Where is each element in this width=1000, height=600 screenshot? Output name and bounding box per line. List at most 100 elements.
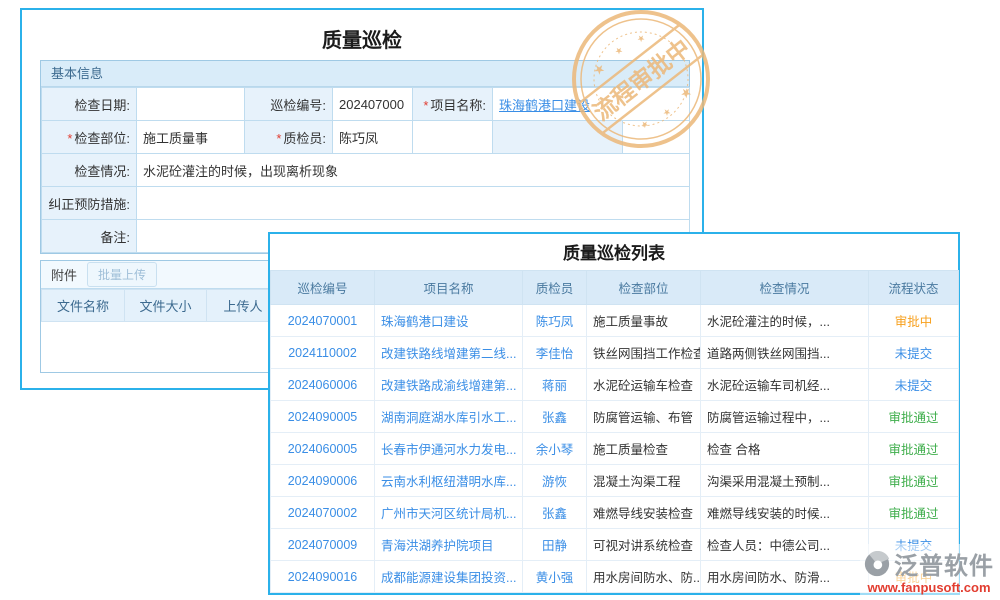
- patrol-no-link[interactable]: 2024060005: [288, 442, 358, 456]
- project-link[interactable]: 长春市伊通河水力发电...: [381, 443, 516, 457]
- basic-info-section-header: 基本信息: [41, 61, 689, 87]
- list-column-header: 流程状态: [869, 271, 959, 305]
- project-link[interactable]: 成都能源建设集团投资...: [381, 571, 516, 585]
- project-link[interactable]: 珠海鹤港口建设: [381, 315, 469, 329]
- table-row[interactable]: 2024090016 成都能源建设集团投资... 黄小强 用水房间防水、防...…: [271, 561, 959, 593]
- attachment-column-header: 文件大小: [125, 290, 207, 322]
- inspector-link[interactable]: 蒋丽: [542, 379, 567, 393]
- table-row[interactable]: 2024060006 改建铁路成渝线增建第... 蒋丽 水泥砼运输车检查 水泥砼…: [271, 369, 959, 401]
- situation-cell: 检查 合格: [701, 433, 869, 465]
- project-link[interactable]: 广州市天河区统计局机...: [381, 507, 516, 521]
- empty-cell: [623, 121, 690, 154]
- form-title: 质量巡检: [22, 10, 702, 53]
- fanpu-software-logo: 泛普软件 www.fanpusoft.com: [860, 544, 998, 596]
- list-column-header: 检查部位: [587, 271, 701, 305]
- situation-cell: 道路两侧铁丝网围挡...: [701, 337, 869, 369]
- inspector-link[interactable]: 李佳怡: [536, 347, 574, 361]
- table-row[interactable]: 2024110002 改建铁路线增建第二线... 李佳怡 铁丝网围挡工作检查 道…: [271, 337, 959, 369]
- project-name-field: 珠海鹤港口建设: [493, 88, 690, 121]
- inspector-link[interactable]: 田静: [542, 539, 567, 553]
- status-badge: 审批通过: [869, 497, 959, 529]
- patrol-no-link[interactable]: 2024090005: [288, 410, 358, 424]
- logo-name: 泛普软件: [894, 546, 994, 581]
- check-part-label: *检查部位:: [42, 121, 137, 154]
- attachment-label: 附件: [51, 265, 77, 284]
- inspection-list-table: 巡检编号项目名称质检员检查部位检查情况流程状态 2024070001 珠海鹤港口…: [270, 270, 959, 593]
- table-row[interactable]: 2024070002 广州市天河区统计局机... 张鑫 难燃导线安装检查 难燃导…: [271, 497, 959, 529]
- check-part-cell: 防腐管运输、布管: [587, 401, 701, 433]
- inspector-label: *质检员:: [245, 121, 333, 154]
- list-column-header: 项目名称: [375, 271, 523, 305]
- table-row[interactable]: 2024090005 湖南洞庭湖水库引水工... 张鑫 防腐管运输、布管 防腐管…: [271, 401, 959, 433]
- basic-info-grid: 检查日期: 巡检编号: 202407000 *项目名称: 珠海鹤港口建设 *检查…: [41, 87, 690, 253]
- list-column-header: 质检员: [523, 271, 587, 305]
- patrol-no-link[interactable]: 2024070001: [288, 314, 358, 328]
- project-link[interactable]: 青海洪湖养护院项目: [381, 539, 494, 553]
- status-badge: 审批中: [869, 305, 959, 337]
- table-row[interactable]: 2024060005 长春市伊通河水力发电... 余小琴 施工质量检查 检查 合…: [271, 433, 959, 465]
- patrol-no-label: 巡检编号:: [245, 88, 333, 121]
- project-name-link[interactable]: 珠海鹤港口建设: [499, 98, 590, 113]
- inspector-link[interactable]: 余小琴: [536, 443, 574, 457]
- quality-inspection-list-window: 质量巡检列表 巡检编号项目名称质检员检查部位检查情况流程状态 202407000…: [268, 232, 960, 595]
- situation-field[interactable]: 水泥砼灌注的时候，出现离析现象: [137, 154, 690, 187]
- required-asterisk: *: [276, 131, 281, 146]
- measures-field[interactable]: [137, 187, 690, 220]
- project-link[interactable]: 云南水利枢纽潜明水库...: [381, 475, 516, 489]
- project-name-label: *项目名称:: [413, 88, 493, 121]
- project-link[interactable]: 湖南洞庭湖水库引水工...: [381, 411, 516, 425]
- patrol-no-link[interactable]: 2024070002: [288, 506, 358, 520]
- check-part-cell: 可视对讲系统检查: [587, 529, 701, 561]
- situation-cell: 难燃导线安装的时候...: [701, 497, 869, 529]
- check-date-field[interactable]: [137, 88, 245, 121]
- patrol-no-field[interactable]: 202407000: [333, 88, 413, 121]
- empty-label-cell: [493, 121, 623, 154]
- check-date-label: 检查日期:: [42, 88, 137, 121]
- status-badge: 未提交: [869, 369, 959, 401]
- measures-label: 纠正预防措施:: [42, 187, 137, 220]
- required-asterisk: *: [67, 131, 72, 146]
- situation-cell: 水泥砼灌注的时候，...: [701, 305, 869, 337]
- patrol-no-link[interactable]: 2024090016: [288, 570, 358, 584]
- status-badge: 审批通过: [869, 465, 959, 497]
- check-part-cell: 施工质量检查: [587, 433, 701, 465]
- situation-cell: 防腐管运输过程中，...: [701, 401, 869, 433]
- list-column-header: 检查情况: [701, 271, 869, 305]
- situation-cell: 沟渠采用混凝土预制...: [701, 465, 869, 497]
- table-row[interactable]: 2024070009 青海洪湖养护院项目 田静 可视对讲系统检查 检查人员：中德…: [271, 529, 959, 561]
- table-row[interactable]: 2024090006 云南水利枢纽潜明水库... 游恢 混凝土沟渠工程 沟渠采用…: [271, 465, 959, 497]
- basic-info-section: 基本信息 检查日期: 巡检编号: 202407000 *项目名称: 珠海鹤港口建…: [40, 60, 690, 254]
- batch-upload-button[interactable]: 批量上传: [87, 262, 157, 287]
- situation-label: 检查情况:: [42, 154, 137, 187]
- inspector-link[interactable]: 游恢: [542, 475, 567, 489]
- list-header-row: 巡检编号项目名称质检员检查部位检查情况流程状态: [271, 271, 959, 305]
- required-asterisk: *: [423, 98, 428, 113]
- project-link[interactable]: 改建铁路线增建第二线...: [381, 347, 516, 361]
- inspector-link[interactable]: 陈巧凤: [536, 315, 574, 329]
- list-title: 质量巡检列表: [270, 234, 958, 270]
- list-column-header: 巡检编号: [271, 271, 375, 305]
- check-part-field[interactable]: 施工质量事: [137, 121, 245, 154]
- inspector-link[interactable]: 张鑫: [542, 411, 567, 425]
- inspector-field[interactable]: 陈巧凤: [333, 121, 413, 154]
- project-link[interactable]: 改建铁路成渝线增建第...: [381, 379, 516, 393]
- fanpu-logo-icon: [864, 551, 890, 577]
- patrol-no-link[interactable]: 2024070009: [288, 538, 358, 552]
- situation-cell: 检查人员：中德公司...: [701, 529, 869, 561]
- inspector-link[interactable]: 张鑫: [542, 507, 567, 521]
- empty-cell: [413, 121, 493, 154]
- logo-url: www.fanpusoft.com: [867, 581, 990, 594]
- status-badge: 未提交: [869, 337, 959, 369]
- check-part-cell: 水泥砼运输车检查: [587, 369, 701, 401]
- patrol-no-link[interactable]: 2024090006: [288, 474, 358, 488]
- inspector-link[interactable]: 黄小强: [536, 571, 574, 585]
- status-badge: 审批通过: [869, 433, 959, 465]
- table-row[interactable]: 2024070001 珠海鹤港口建设 陈巧凤 施工质量事故 水泥砼灌注的时候，.…: [271, 305, 959, 337]
- check-part-cell: 混凝土沟渠工程: [587, 465, 701, 497]
- check-part-cell: 施工质量事故: [587, 305, 701, 337]
- attachment-column-header: 文件名称: [42, 290, 125, 322]
- patrol-no-link[interactable]: 2024060006: [288, 378, 358, 392]
- check-part-cell: 难燃导线安装检查: [587, 497, 701, 529]
- patrol-no-link[interactable]: 2024110002: [288, 346, 357, 360]
- status-badge: 审批通过: [869, 401, 959, 433]
